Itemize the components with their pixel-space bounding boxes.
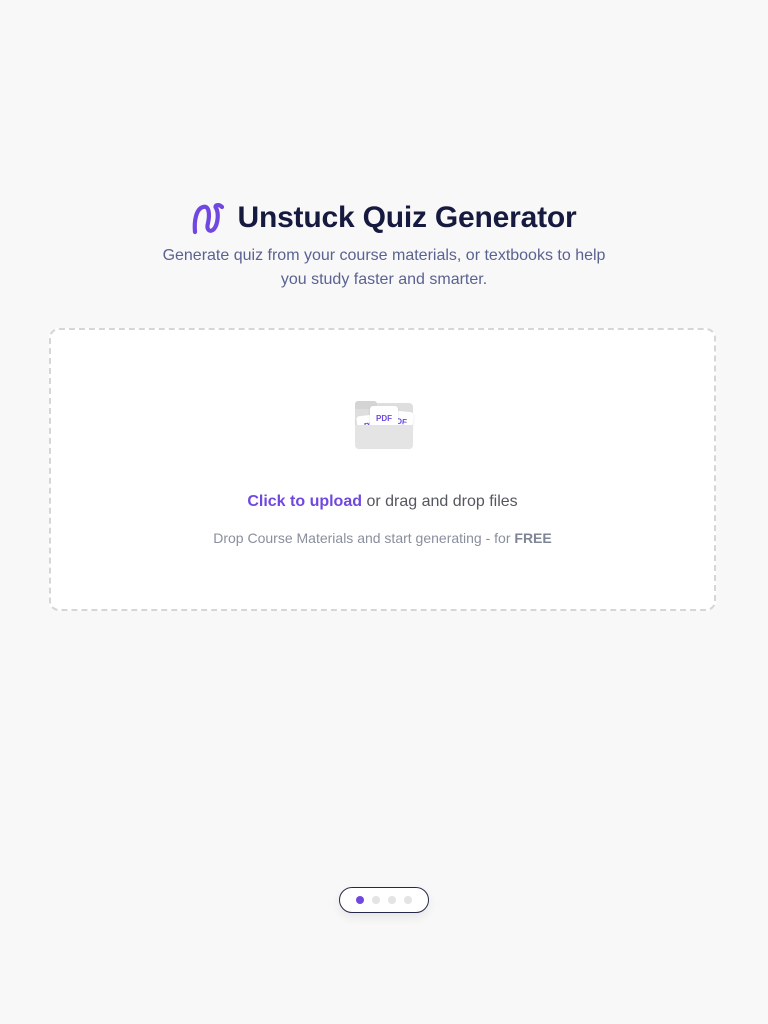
click-to-upload-link[interactable]: Click to upload — [247, 493, 362, 510]
pdf-folder-icon: PDF PDF PDF — [355, 401, 415, 451]
folder-front — [355, 425, 413, 449]
file-dropzone[interactable]: PDF PDF PDF Click to upload or drag and … — [49, 328, 716, 611]
page-dot-1[interactable] — [356, 896, 364, 904]
unstuck-logo-icon — [191, 201, 225, 235]
page-header: Unstuck Quiz Generator Generate quiz fro… — [0, 196, 768, 292]
drag-drop-text: or drag and drop files — [362, 493, 518, 510]
upload-hint: Drop Course Materials and start generati… — [51, 530, 714, 546]
page-dot-3[interactable] — [388, 896, 396, 904]
page-dot-2[interactable] — [372, 896, 380, 904]
hint-text: Drop Course Materials and start generati… — [213, 530, 515, 546]
free-emphasis: FREE — [514, 530, 552, 546]
upload-instructions: Click to upload or drag and drop files — [51, 491, 714, 513]
page-dot-4[interactable] — [404, 896, 412, 904]
page-subtitle: Generate quiz from your course materials… — [162, 247, 606, 288]
page-title: Unstuck Quiz Generator — [237, 201, 577, 234]
title-row: Unstuck Quiz Generator — [191, 196, 577, 240]
page-indicator — [339, 887, 429, 913]
